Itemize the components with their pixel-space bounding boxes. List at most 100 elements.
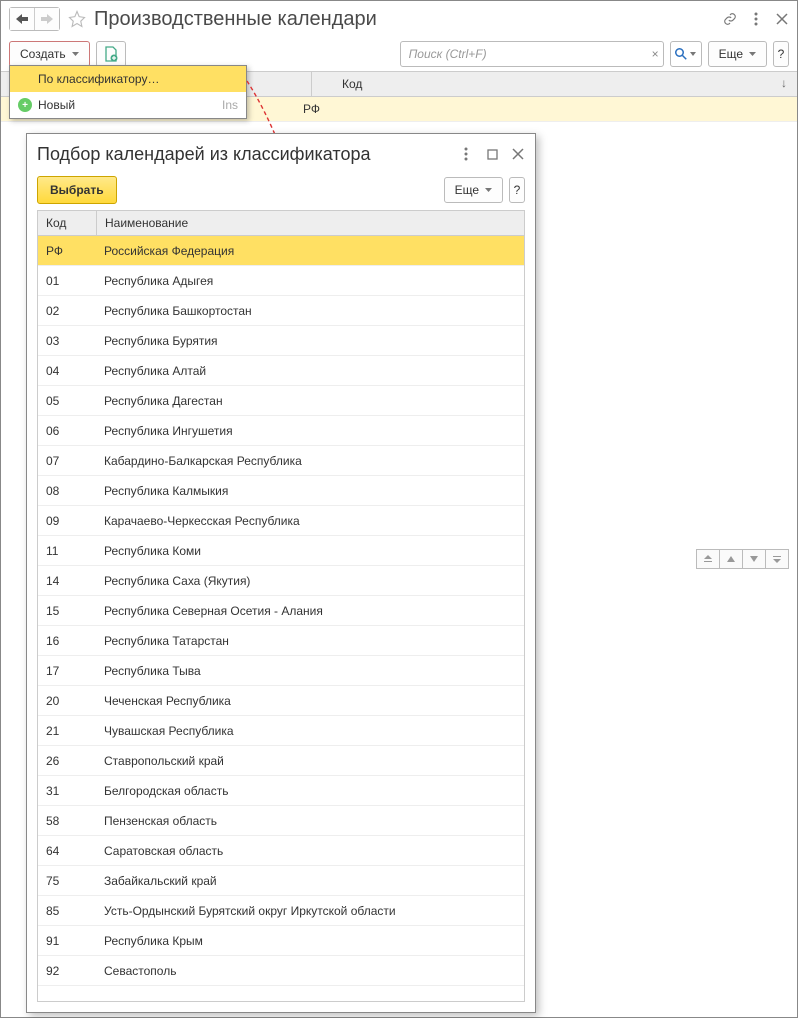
more-label: Еще [455,183,479,197]
list-item[interactable]: 05Республика Дагестан [38,386,524,416]
list-item[interactable]: 04Республика Алтай [38,356,524,386]
row-name: Саратовская область [96,844,524,858]
popup-rows-container: РФРоссийская Федерация01Республика Адыге… [38,236,524,986]
row-code: 21 [38,724,96,738]
list-item[interactable]: 92Севастополь [38,956,524,986]
row-code: 75 [38,874,96,888]
list-item[interactable]: 11Республика Коми [38,536,524,566]
maximize-icon[interactable] [485,147,499,161]
classifier-popup: Подбор календарей из классификатора Выбр… [26,133,536,1013]
row-name: Республика Северная Осетия - Алания [96,604,524,618]
row-code: 64 [38,844,96,858]
popup-more-button[interactable]: Еще [444,177,503,203]
scroll-controls [696,549,789,569]
row-name: Забайкальский край [96,874,524,888]
list-item[interactable]: 02Республика Башкортостан [38,296,524,326]
scroll-down-button[interactable] [743,549,766,569]
help-button[interactable]: ? [773,41,789,67]
nav-group [9,7,60,31]
sort-arrow-icon: ↓ [781,76,787,90]
titlebar: Производственные календари [1,1,797,37]
chevron-down-icon [485,188,492,192]
create-button[interactable]: Создать [9,41,90,67]
scroll-first-button[interactable] [696,549,720,569]
row-name: Республика Тыва [96,664,524,678]
create-dropdown: По классификатору… + Новый Ins [9,65,247,119]
list-item[interactable]: 58Пензенская область [38,806,524,836]
list-item[interactable]: 07Кабардино-Балкарская Республика [38,446,524,476]
list-item[interactable]: РФРоссийская Федерация [38,236,524,266]
row-name: Республика Адыгея [96,274,524,288]
row-code: РФ [38,244,96,258]
more-label: Еще [719,47,743,61]
search-clear-icon[interactable]: × [652,47,659,61]
row-name: Белгородская область [96,784,524,798]
item-label: Новый [38,98,75,112]
row-code: 03 [38,334,96,348]
row-name: Карачаево-Черкесская Республика [96,514,524,528]
list-item[interactable]: 31Белгородская область [38,776,524,806]
col-header-code[interactable]: Код ↓ [312,72,797,96]
list-item[interactable]: 91Республика Крым [38,926,524,956]
list-item[interactable]: 75Забайкальский край [38,866,524,896]
list-item[interactable]: 01Республика Адыгея [38,266,524,296]
scroll-last-button[interactable] [766,549,789,569]
nav-forward-button[interactable] [34,8,59,30]
row-name: Республика Саха (Якутия) [96,574,524,588]
kebab-icon[interactable] [749,12,763,26]
row-name: Республика Калмыкия [96,484,524,498]
row-name: Ставропольский край [96,754,524,768]
row-code: 11 [38,544,96,558]
row-code: 85 [38,904,96,918]
search-input[interactable]: Поиск (Ctrl+F) × [400,41,664,67]
list-item[interactable]: 08Республика Калмыкия [38,476,524,506]
scroll-up-button[interactable] [720,549,743,569]
col-code-label: Код [342,77,362,91]
kebab-icon[interactable] [459,147,473,161]
row-code: 91 [38,934,96,948]
link-icon[interactable] [723,12,737,26]
dropdown-item-new[interactable]: + Новый Ins [10,92,246,118]
nav-back-button[interactable] [10,8,34,30]
new-doc-button[interactable] [96,41,126,67]
list-item[interactable]: 16Республика Татарстан [38,626,524,656]
list-item[interactable]: 26Ставропольский край [38,746,524,776]
row-code: 06 [38,424,96,438]
search-placeholder: Поиск (Ctrl+F) [409,47,487,61]
dropdown-item-by-classifier[interactable]: По классификатору… [10,66,246,92]
favorite-star-icon[interactable] [66,8,88,30]
popup-help-button[interactable]: ? [509,177,525,203]
list-item[interactable]: 64Саратовская область [38,836,524,866]
row-name: Чеченская Республика [96,694,524,708]
select-button[interactable]: Выбрать [37,176,117,204]
row-code: 09 [38,514,96,528]
more-button[interactable]: Еще [708,41,767,67]
list-item[interactable]: 17Республика Тыва [38,656,524,686]
close-icon[interactable] [511,147,525,161]
row-code: 31 [38,784,96,798]
row-name: Республика Ингушетия [96,424,524,438]
row-name: Республика Дагестан [96,394,524,408]
popup-col-name[interactable]: Наименование [97,211,524,235]
list-item[interactable]: 20Чеченская Республика [38,686,524,716]
row-name: Чувашская Республика [96,724,524,738]
row-name: Усть-Ордынский Бурятский округ Иркутской… [96,904,524,918]
list-item[interactable]: 14Республика Саха (Якутия) [38,566,524,596]
row-code: РФ [293,97,797,121]
list-item[interactable]: 15Республика Северная Осетия - Алания [38,596,524,626]
popup-titlebar: Подбор календарей из классификатора [27,134,535,170]
row-code: 05 [38,394,96,408]
search-button[interactable] [670,41,702,67]
row-name: Российская Федерация [96,244,524,258]
row-code: 08 [38,484,96,498]
close-icon[interactable] [775,12,789,26]
list-item[interactable]: 09Карачаево-Черкесская Республика [38,506,524,536]
list-item[interactable]: 06Республика Ингушетия [38,416,524,446]
row-name: Республика Алтай [96,364,524,378]
list-item[interactable]: 85Усть-Ордынский Бурятский округ Иркутск… [38,896,524,926]
popup-col-code[interactable]: Код [38,211,97,235]
list-item[interactable]: 03Республика Бурятия [38,326,524,356]
row-name: Республика Крым [96,934,524,948]
list-item[interactable]: 21Чувашская Республика [38,716,524,746]
row-code: 04 [38,364,96,378]
